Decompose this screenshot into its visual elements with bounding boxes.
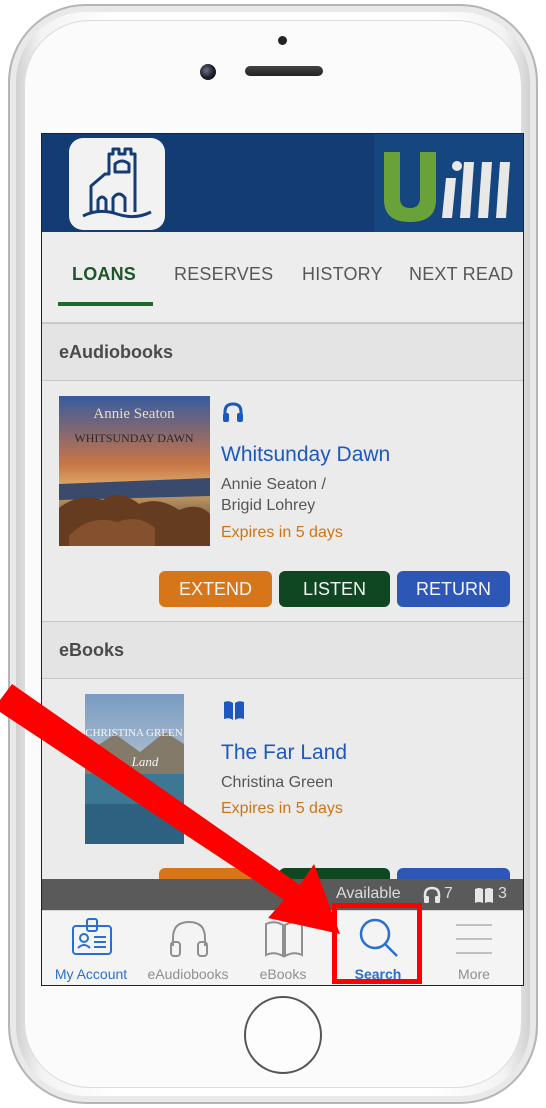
availability-bar: Available 7 3 [42,879,523,910]
audio-count: 7 [444,885,453,902]
nav-label: eAudiobooks [147,966,229,982]
listen-button[interactable]: LISTEN [279,571,390,607]
headphones-icon [167,916,211,960]
audiobook-author-line-2: Brigid Lohrey [221,497,316,514]
ebook-count: 3 [498,885,507,902]
book-icon [262,916,306,960]
nav-label: My Account [54,966,128,982]
cover-title-text: WHITSUNDAY DAWN [74,431,193,445]
audiobook-cover[interactable]: Annie Seaton WHITSUNDAY DAWN [59,396,210,546]
earpiece-speaker [245,66,323,76]
tab-history[interactable]: HISTORY [302,264,383,285]
nav-my-account[interactable]: My Account [45,911,137,985]
nav-label: eBooks [259,966,307,982]
section-title: eBooks [59,640,125,660]
front-camera [200,64,216,80]
section-title: eAudiobooks [59,342,174,362]
ebook-cover[interactable]: CHRISTINA GREEN Land [85,694,184,844]
book-icon [474,886,494,904]
ebook-title[interactable]: The Far Land [221,741,347,765]
app-header [42,134,523,232]
audiobook-title[interactable]: Whitsunday Dawn [221,443,390,467]
search-highlight-box [332,903,422,984]
nav-eaudiobooks[interactable]: eAudiobooks [142,911,234,985]
castle-icon[interactable] [69,138,165,230]
open-book-icon [222,698,246,722]
headphones-icon [222,401,244,423]
cover-title-text: Land [131,754,159,769]
return-button[interactable]: RETURN [397,571,510,607]
section-header-ebooks: eBooks [42,621,523,679]
extend-button[interactable]: EXTEND [159,571,272,607]
menu-icon [454,919,494,959]
headphones-icon [423,886,441,904]
nav-more[interactable]: More [428,911,520,985]
home-button[interactable] [244,996,322,1074]
nav-ebooks[interactable]: eBooks [237,911,329,985]
section-header-eaudiobooks: eAudiobooks [42,323,523,381]
bottom-nav: My Account eAudiobooks eBooks Search Mor… [42,910,523,985]
brand-logo [374,134,523,232]
cover-author-text: Annie Seaton [93,406,175,422]
availability-label: Available [336,885,401,902]
tab-next-read[interactable]: NEXT READ [409,264,514,285]
app-screen: LOANS RESERVES HISTORY NEXT READ eAudiob… [41,133,524,986]
ebook-expiry: Expires in 5 days [221,800,343,817]
nav-label: More [458,966,490,982]
audiobook-author-line-1: Annie Seaton / [221,476,326,493]
active-tab-indicator [58,302,153,306]
proximity-sensor [278,36,287,45]
cover-author-text: CHRISTINA GREEN [85,727,183,739]
audiobook-expiry: Expires in 5 days [221,524,343,541]
id-card-icon [70,916,114,960]
tab-reserves[interactable]: RESERVES [174,264,273,285]
loans-tabs: LOANS RESERVES HISTORY NEXT READ [42,232,523,323]
ebook-author: Christina Green [221,774,334,791]
tab-loans[interactable]: LOANS [72,264,136,285]
